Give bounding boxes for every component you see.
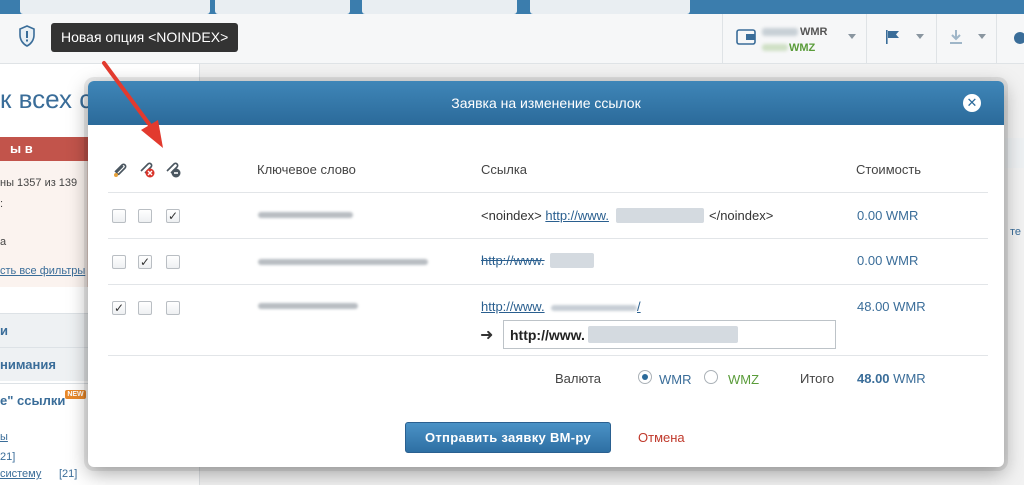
checkbox-remove[interactable] — [138, 209, 152, 223]
blurred-url — [550, 253, 594, 268]
link-url[interactable]: http://www. — [545, 208, 609, 223]
link-remove-icon[interactable] — [138, 160, 156, 178]
link-noindex-icon[interactable] — [164, 160, 182, 178]
filter-line: а — [0, 236, 7, 248]
bg-right-text: те — [1010, 226, 1022, 238]
currency-radio-wmz[interactable] — [704, 370, 718, 384]
link-url[interactable]: http://www. — [481, 299, 545, 314]
link-url-tail[interactable]: / — [637, 299, 641, 314]
total-value: 48.00 WMR — [857, 371, 926, 386]
top-tab-bar — [0, 0, 1024, 14]
chevron-down-icon[interactable] — [848, 34, 856, 39]
link-cell: http://www. — [481, 299, 545, 314]
change-links-dialog: Заявка на изменение ссылок ✕ Ключевое сл… — [88, 81, 1004, 467]
wmz-label: WMZ — [789, 42, 816, 54]
top-tab[interactable] — [215, 0, 350, 14]
pin-icon[interactable] — [1012, 30, 1024, 46]
top-tab[interactable] — [530, 0, 690, 14]
divider — [108, 238, 988, 239]
checkbox-keep[interactable] — [112, 255, 126, 269]
link-cell: http://www. — [481, 253, 545, 268]
price-cell: 48.00 WMR — [857, 299, 926, 314]
download-icon[interactable] — [948, 28, 964, 46]
filter-tab[interactable]: ы в таблице — [0, 137, 88, 180]
sidebar-count: [21] — [59, 468, 78, 480]
divider — [108, 355, 988, 356]
currency-option-wmz[interactable]: WMZ — [728, 372, 759, 387]
checkbox-keep[interactable] — [112, 209, 126, 223]
link-cell: <noindex> http://www. — [481, 208, 609, 223]
wmr-label: WMR — [800, 26, 828, 38]
sidebar-count: 21] — [0, 451, 16, 463]
top-tab[interactable] — [20, 0, 210, 14]
filter-line: : — [0, 198, 4, 210]
currency-label: Валюта — [555, 371, 601, 386]
sidebar-link[interactable]: систему — [0, 468, 41, 480]
checkbox-noindex[interactable]: ✓ — [166, 209, 180, 223]
bg-column-header — [1005, 138, 1024, 168]
divider — [108, 284, 988, 285]
blurred-balance — [762, 28, 798, 36]
column-header-keyword: Ключевое слово — [257, 162, 356, 177]
sidebar-link[interactable]: ы — [0, 431, 8, 443]
filter-count: ны 1357 из 139 — [0, 177, 78, 189]
arrow-right-icon: ➜ — [480, 327, 494, 344]
link-suffix: </noindex> — [709, 208, 774, 223]
blurred-keyword — [258, 212, 353, 218]
total-label: Итого — [800, 371, 835, 386]
link-url[interactable]: http://www. — [481, 253, 545, 268]
section-heading[interactable]: е" ссылки NEW — [0, 383, 88, 417]
blurred-url — [616, 208, 704, 223]
checkbox-remove[interactable]: ✓ — [138, 255, 152, 269]
column-header-cost: Стоимость — [856, 162, 922, 177]
column-header-link: Ссылка — [481, 162, 528, 177]
checkbox-keep[interactable]: ✓ — [112, 301, 126, 315]
checkbox-remove[interactable] — [138, 301, 152, 315]
divider — [108, 192, 988, 193]
price-cell: 0.00 WMR — [857, 253, 919, 268]
wallet-icon — [736, 29, 756, 45]
dialog-header: Заявка на изменение ссылок — [88, 81, 1004, 125]
close-icon[interactable]: ✕ — [963, 94, 981, 112]
blurred-url — [588, 326, 738, 343]
blurred-keyword — [258, 303, 358, 309]
blurred-url — [551, 305, 637, 311]
price-cell: 0.00 WMR — [857, 208, 919, 223]
chevron-down-icon[interactable] — [916, 34, 924, 39]
checkbox-noindex[interactable] — [166, 255, 180, 269]
blurred-balance — [762, 44, 788, 51]
download-widget[interactable] — [936, 14, 996, 64]
section-heading[interactable]: нимания — [0, 347, 88, 381]
blurred-keyword — [258, 259, 428, 265]
currency-radio-wmr[interactable] — [638, 370, 652, 384]
submit-request-button[interactable]: Отправить заявку ВМ-ру — [405, 422, 611, 453]
chevron-down-icon[interactable] — [978, 34, 986, 39]
top-tab[interactable] — [362, 0, 517, 14]
page-title: к всех с — [0, 84, 93, 114]
new-badge: NEW — [65, 390, 86, 399]
flag-icon[interactable] — [884, 28, 902, 46]
section-heading[interactable]: и — [0, 313, 88, 347]
cancel-link[interactable]: Отмена — [638, 430, 685, 445]
link-icon[interactable] — [112, 160, 130, 178]
reset-filters-link[interactable]: сть все фильтры — [0, 265, 85, 277]
tooltip: Новая опция <NOINDEX> — [51, 23, 239, 52]
checkbox-noindex[interactable] — [166, 301, 180, 315]
currency-option-wmr[interactable]: WMR — [659, 372, 692, 387]
dialog-title: Заявка на изменение ссылок — [451, 95, 641, 111]
shield-icon[interactable] — [18, 25, 36, 47]
